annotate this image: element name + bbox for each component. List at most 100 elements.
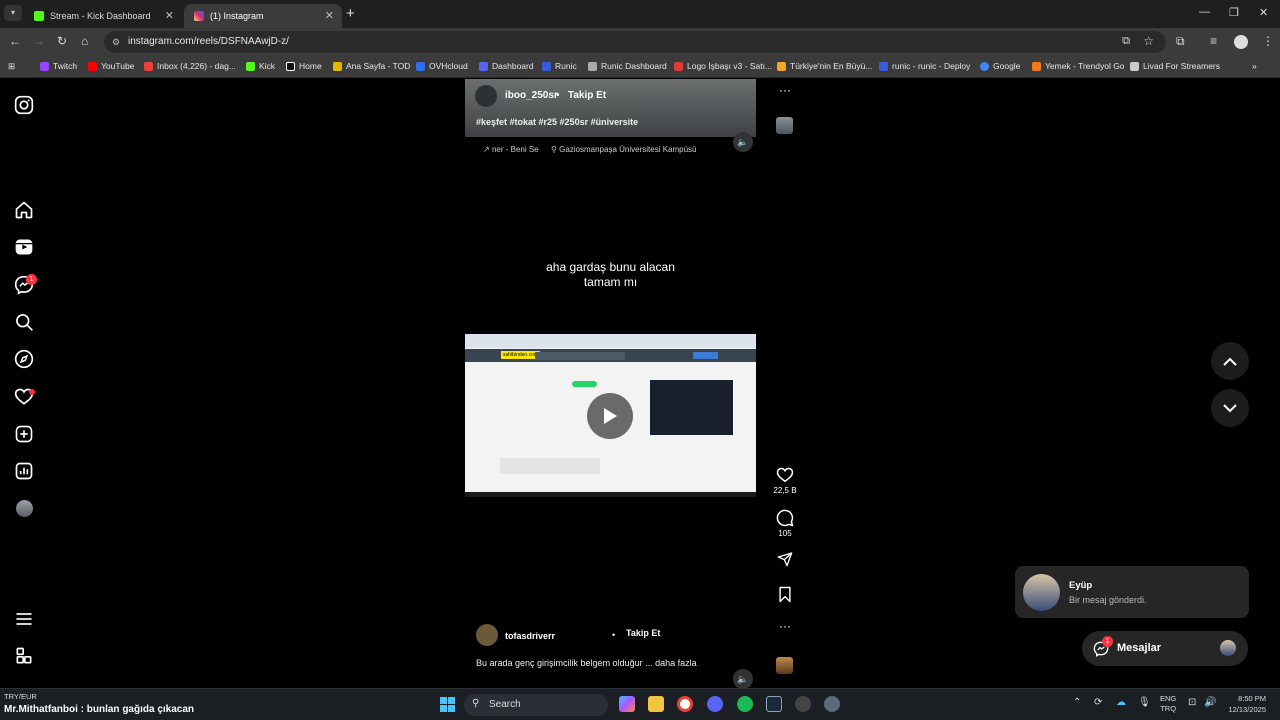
bookmark-livad[interactable]: Livad For Streamers (1130, 61, 1220, 71)
location-label[interactable]: ⚲ Gaziosmanpaşa Üniversitesi Kampüsü (551, 145, 697, 154)
bookmark-turkiye[interactable]: Türkiye'nin En Büyü... (777, 61, 872, 71)
menu-kebab-icon[interactable]: ⋮ (1262, 34, 1274, 48)
tab-search-button[interactable]: ▾ (4, 5, 22, 21)
reels-icon[interactable] (14, 237, 34, 257)
instagram-logo-icon[interactable] (14, 95, 34, 115)
bookmark-dashboard[interactable]: Dashboard (479, 61, 534, 71)
previous-reel-button[interactable] (1211, 342, 1249, 380)
tray-app-icon[interactable]: ⟳ (1094, 697, 1102, 708)
chevron-up-icon[interactable]: ⌃ (1073, 697, 1081, 708)
bookmark-logo-isbasi[interactable]: Logo İşbaşı v3 - Satı... (674, 61, 772, 71)
search-icon[interactable] (14, 312, 34, 332)
back-icon[interactable]: ← (9, 34, 21, 48)
bookmark-inbox[interactable]: Inbox (4,226) - dag... (144, 61, 236, 71)
media-control-icon[interactable]: ≡ (1210, 34, 1217, 48)
also-from-meta-icon[interactable] (14, 646, 34, 666)
share-button[interactable] (774, 551, 796, 569)
apps-grid-icon[interactable]: ⊞ (8, 61, 15, 72)
bookmark-ovhcloud[interactable]: OVHcloud (416, 61, 468, 71)
language-indicator[interactable]: ENG TRQ (1160, 694, 1176, 714)
steam-icon[interactable] (766, 696, 782, 712)
new-tab-button[interactable]: + (346, 5, 355, 22)
reload-icon[interactable]: ↻ (57, 34, 67, 48)
bookmark-star-icon[interactable]: ☆ (1143, 34, 1154, 48)
like-button[interactable] (774, 466, 796, 485)
tab-instagram[interactable]: (1) Instagram ✕ (184, 4, 342, 28)
home-icon[interactable] (14, 200, 34, 220)
more-options-icon[interactable]: ··· (774, 83, 796, 97)
bookmark-twitch[interactable]: Twitch (40, 61, 77, 71)
onedrive-icon[interactable]: ☁ (1116, 697, 1126, 708)
tab-kick-dashboard[interactable]: Stream - Kick Dashboard ✕ (24, 4, 182, 28)
message-notification[interactable]: Eyüp Bir mesaj gönderdi. (1015, 566, 1249, 618)
microphone-icon[interactable]: 🎙 (1138, 697, 1151, 708)
bookmark-trendyol[interactable]: Yemek - Trendyol Go (1032, 61, 1125, 71)
discord-icon[interactable] (707, 696, 723, 712)
bookmark-home[interactable]: Home (286, 61, 322, 71)
bookmark-runic-deploy[interactable]: runic - runic - Deploy (879, 61, 970, 71)
home-icon[interactable]: ⌂ (81, 34, 88, 48)
more-menu-icon[interactable] (14, 609, 34, 629)
play-button[interactable] (587, 393, 633, 439)
comment-button[interactable] (774, 509, 796, 529)
chrome-icon[interactable] (677, 696, 693, 712)
create-icon[interactable] (14, 424, 34, 444)
bookmark-ana-sayfa[interactable]: Ana Sayfa - TOD (333, 61, 410, 71)
forward-icon[interactable]: → (33, 34, 45, 48)
spotify-icon[interactable] (737, 696, 753, 712)
avatar (1023, 574, 1060, 611)
copilot-icon[interactable] (619, 696, 635, 712)
mute-icon[interactable]: 🔈 (733, 132, 753, 152)
messages-badge: 1 (26, 274, 37, 285)
profile-avatar[interactable] (16, 500, 33, 517)
extensions-icon[interactable]: ⧉ (1176, 34, 1185, 49)
site-info-icon[interactable]: ⚙ (112, 37, 120, 48)
bookmark-kick[interactable]: Kick (246, 61, 275, 71)
reel-top-username[interactable]: iboo_250sr (505, 90, 558, 101)
embedded-screen-recording: sahibinden.com (465, 334, 756, 497)
obs-icon[interactable] (795, 696, 811, 712)
close-icon[interactable]: ✕ (325, 9, 334, 22)
dot-separator: • (612, 630, 616, 640)
hashtags[interactable]: #keşfet #tokat #r25 #250sr #üniversite (476, 117, 638, 127)
more-options-icon[interactable]: ··· (774, 619, 796, 633)
follow-button[interactable]: Takip Et (568, 90, 606, 101)
save-button[interactable] (774, 586, 796, 605)
clock[interactable]: 8:50 PM 12/13/2025 (1224, 693, 1266, 715)
address-bar[interactable]: ⚙ instagram.com/reels/DSFNAAwjD-z/ ⧉ ☆ (104, 31, 1166, 53)
youtube-icon (88, 61, 97, 71)
mute-icon[interactable]: 🔈 (733, 669, 753, 688)
install-app-icon[interactable]: ⧉ (1122, 35, 1130, 48)
bookmark-runic[interactable]: Runic (542, 61, 577, 71)
more-bookmarks-icon[interactable]: » (1252, 61, 1257, 71)
dashboard-icon[interactable] (14, 461, 34, 481)
bookmark-runic-dashboard[interactable]: Runic Dashboard (588, 61, 667, 71)
messages-button[interactable]: 1 Mesajlar (1082, 631, 1248, 666)
audio-thumbnail[interactable] (776, 657, 793, 674)
minimize-button[interactable]: — (1199, 6, 1210, 18)
bookmark-google[interactable]: Google (980, 61, 1020, 71)
follow-button[interactable]: Takip Et (621, 624, 665, 642)
windows-start-icon[interactable] (440, 697, 455, 712)
close-window-button[interactable]: ✕ (1259, 6, 1268, 19)
bookmark-youtube[interactable]: YouTube (88, 61, 134, 71)
profile-avatar[interactable] (1234, 35, 1248, 49)
explore-icon[interactable] (14, 349, 34, 369)
like-count: 22,5 B (773, 486, 797, 495)
taskbar-search[interactable]: ⚲ Search (464, 694, 608, 716)
reel-video[interactable]: iboo_250sr • Takip Et #keşfet #tokat #r2… (465, 79, 756, 688)
network-icon[interactable]: ⊡ (1188, 697, 1196, 708)
next-reel-button[interactable] (1211, 389, 1249, 427)
caption[interactable]: Bu arada genç girişimcilik belgem olduğu… (476, 658, 697, 668)
file-explorer-icon[interactable] (648, 696, 664, 712)
avatar[interactable] (475, 85, 497, 107)
reel-bottom-username[interactable]: tofasdriverr (505, 631, 555, 641)
avatar[interactable] (476, 624, 498, 646)
audio-thumbnail[interactable] (776, 117, 793, 134)
embed-thumbnails (500, 458, 600, 474)
settings-gear-icon[interactable] (824, 696, 840, 712)
close-icon[interactable]: ✕ (165, 9, 174, 22)
audio-label[interactable]: ↗ ner - Beni Se (483, 145, 539, 154)
maximize-button[interactable]: ❐ (1229, 6, 1239, 19)
volume-icon[interactable]: 🔊 (1204, 697, 1216, 708)
